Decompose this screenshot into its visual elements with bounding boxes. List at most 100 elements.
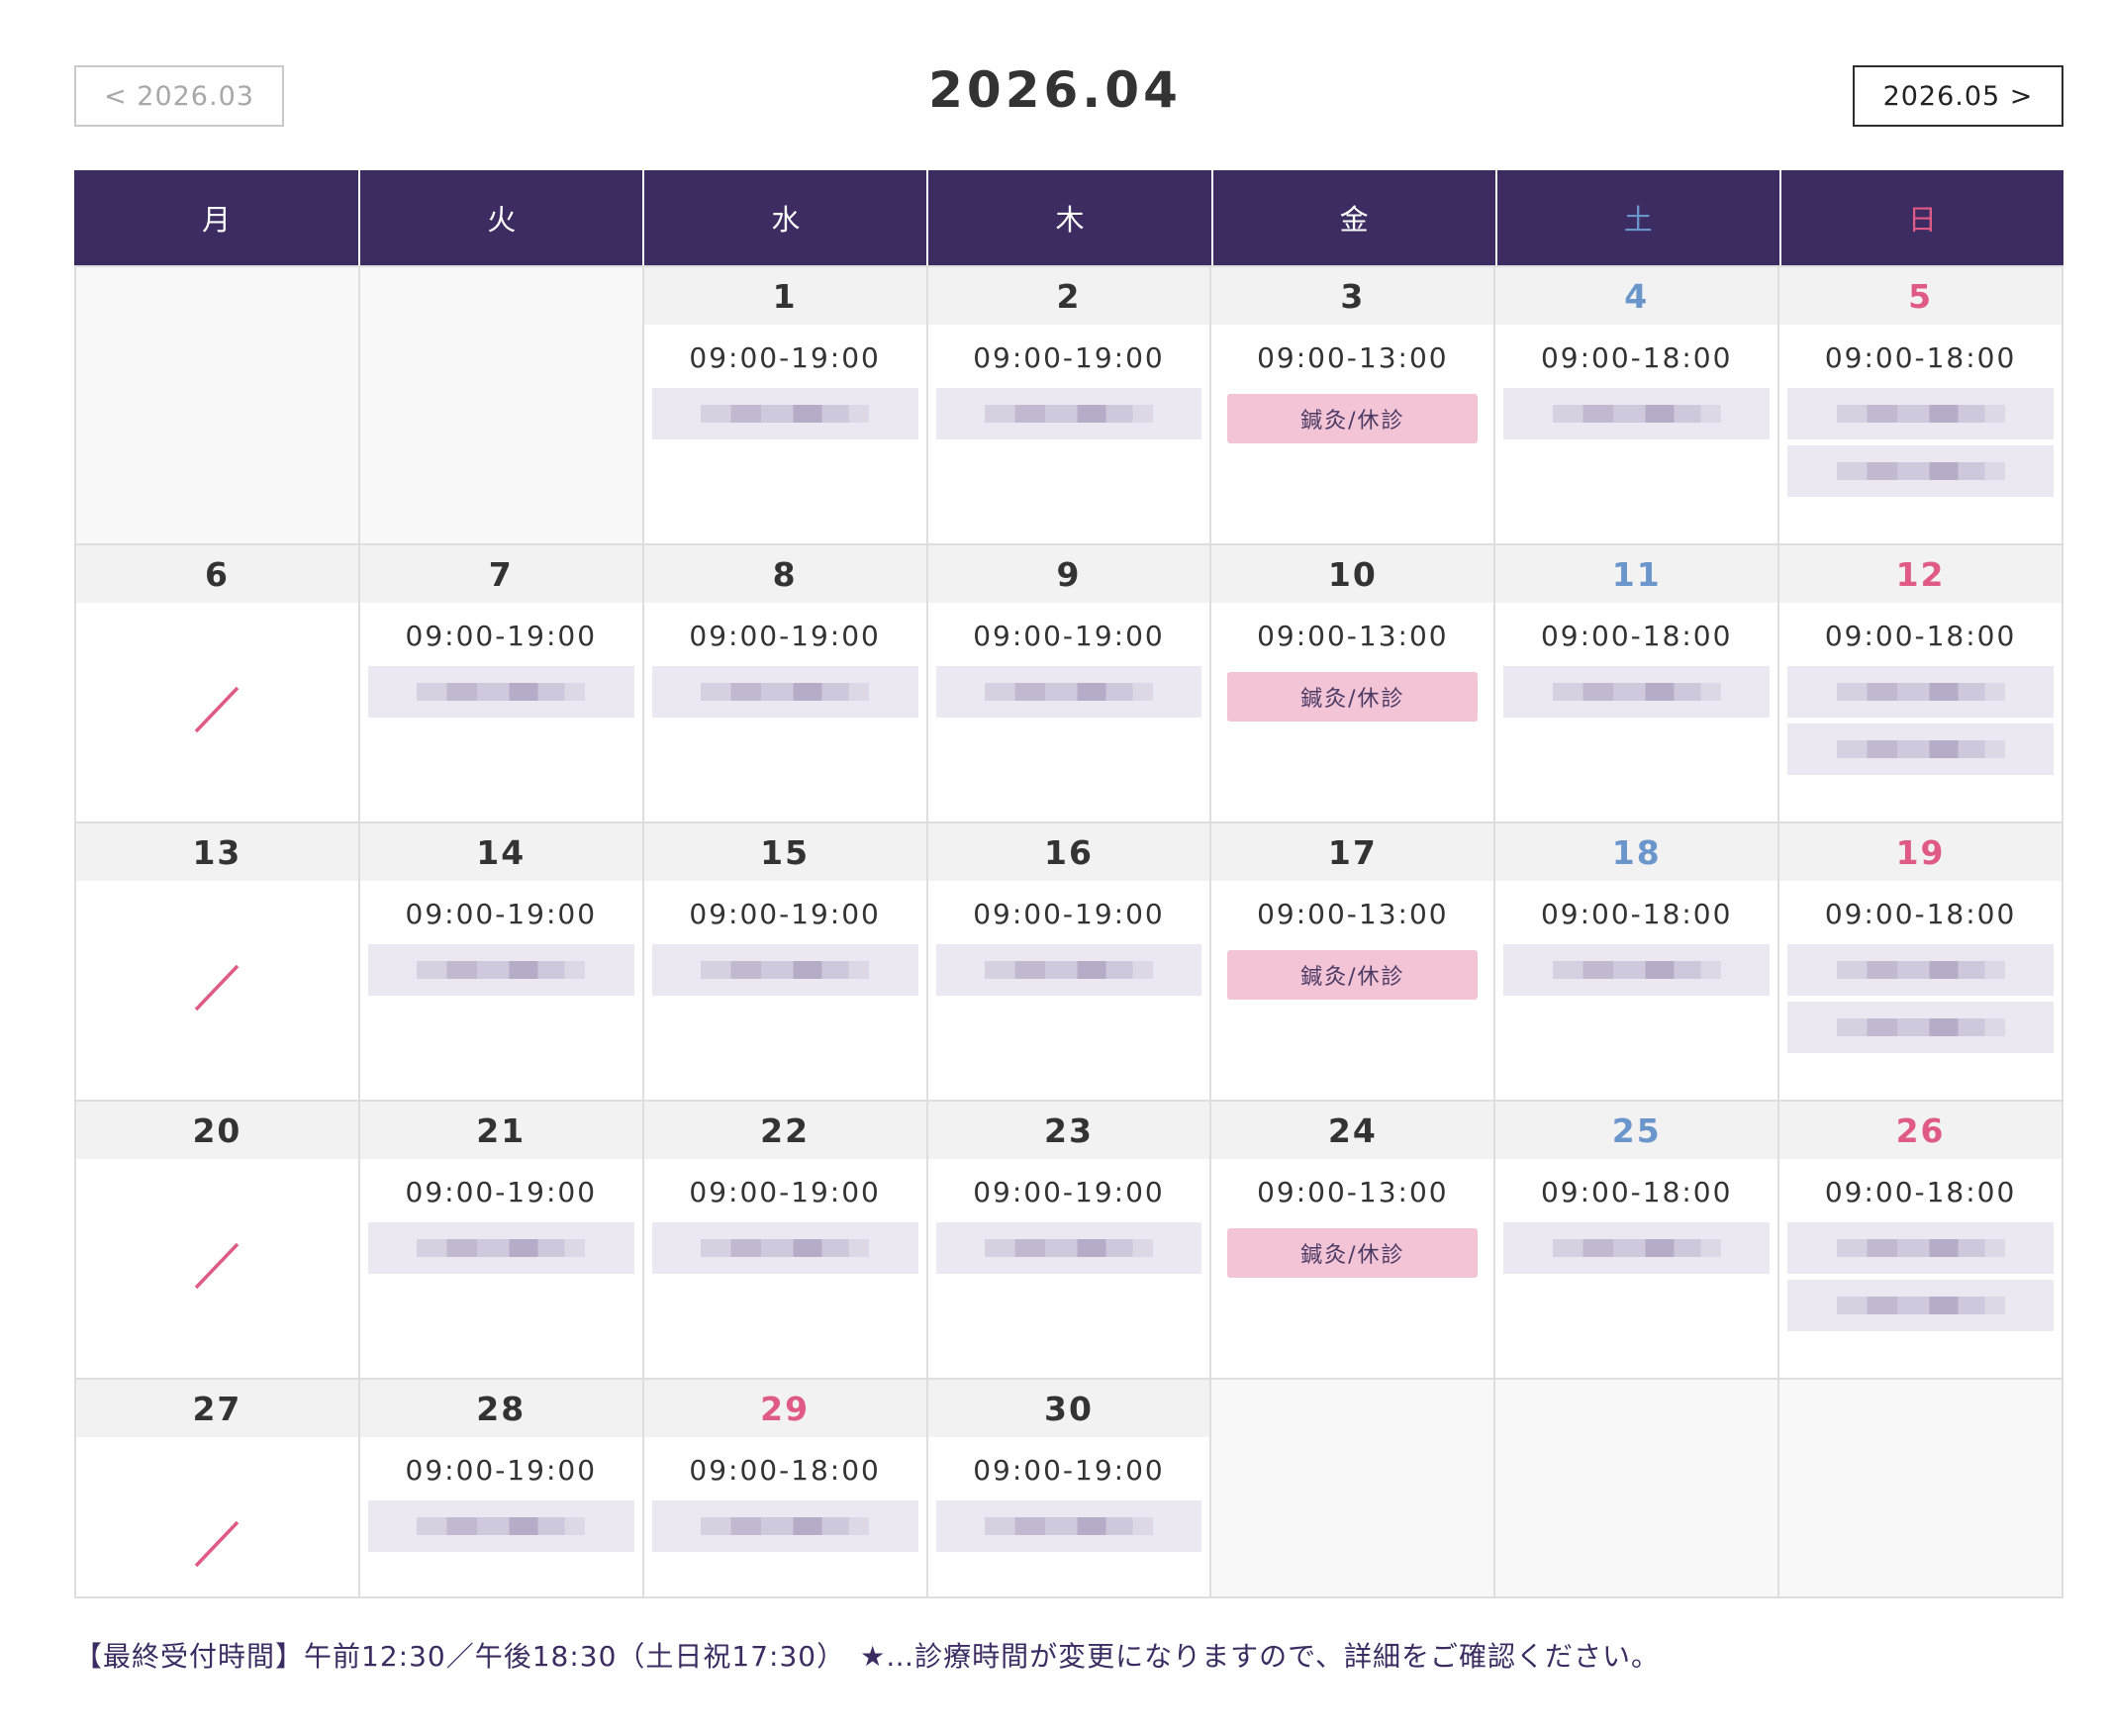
redacted-entries xyxy=(935,1222,1202,1274)
day-cell: 26 09:00-18:00 xyxy=(1779,1100,2063,1378)
redacted-entry xyxy=(1503,944,1771,996)
redacted-entry xyxy=(935,388,1202,439)
day-cell: 1 09:00-19:00 xyxy=(643,265,928,543)
day-cell: 28 09:00-19:00 xyxy=(359,1378,644,1596)
day-cell: 9 09:00-19:00 xyxy=(927,543,1212,821)
day-number: 16 xyxy=(927,823,1210,881)
hours-label: 09:00-19:00 xyxy=(973,898,1165,930)
calendar: 月火水木金土日 1 09:00-19:00 2 09:00-19:00 3 09:00-1… xyxy=(74,170,2063,1598)
day-number: 25 xyxy=(1495,1102,1778,1159)
day-number: 28 xyxy=(359,1380,642,1437)
day-cell: 20 xyxy=(76,1100,360,1378)
mosaic-blur xyxy=(1836,683,2005,701)
hours-label: 09:00-19:00 xyxy=(973,620,1165,652)
day-cell: 21 09:00-19:00 xyxy=(359,1100,644,1378)
weekday-header-cell: 木 xyxy=(926,170,1211,265)
redacted-entry xyxy=(1787,666,2054,718)
day-cell: 2 09:00-19:00 xyxy=(927,265,1212,543)
weekday-header-cell: 水 xyxy=(642,170,927,265)
weekday-header-cell: 土 xyxy=(1494,170,1779,265)
hours-label: 09:00-18:00 xyxy=(1540,620,1733,652)
next-month-label: 2026.05 > xyxy=(1882,80,2034,112)
redacted-entries xyxy=(1787,388,2054,497)
redacted-entries xyxy=(367,666,634,718)
redacted-entries xyxy=(1503,944,1771,996)
day-number: 2 xyxy=(927,267,1210,325)
mosaic-blur xyxy=(1836,1018,2005,1036)
day-cell: 18 09:00-18:00 xyxy=(1495,821,1780,1100)
mosaic-blur xyxy=(1836,740,2005,758)
day-cell: 5 09:00-18:00 xyxy=(1779,265,2063,543)
mosaic-blur xyxy=(701,961,870,979)
redacted-entries xyxy=(367,944,634,996)
hours-label: 09:00-18:00 xyxy=(689,1454,881,1487)
redacted-entry xyxy=(935,1500,1202,1552)
redacted-entries xyxy=(651,666,918,718)
redacted-entry xyxy=(651,1500,918,1552)
mosaic-blur xyxy=(1552,683,1721,701)
redacted-entries xyxy=(935,666,1202,718)
day-cell: 6 xyxy=(76,543,360,821)
day-cell: 15 09:00-19:00 xyxy=(643,821,928,1100)
day-cell: 22 09:00-19:00 xyxy=(643,1100,928,1378)
day-cell: 27 xyxy=(76,1378,360,1596)
hours-label: 09:00-13:00 xyxy=(1257,1176,1449,1208)
mosaic-blur xyxy=(701,405,870,423)
day-cell: 13 xyxy=(76,821,360,1100)
day-number: 21 xyxy=(359,1102,642,1159)
redacted-entry xyxy=(1787,445,2054,497)
mosaic-blur xyxy=(701,1517,870,1535)
redacted-entry xyxy=(367,1500,634,1552)
day-cell: 30 09:00-19:00 xyxy=(927,1378,1212,1596)
weekday-header: 月火水木金土日 xyxy=(74,170,2063,265)
day-cell: 29 09:00-18:00 xyxy=(643,1378,928,1596)
mosaic-blur xyxy=(984,405,1153,423)
hours-label: 09:00-18:00 xyxy=(1824,1176,2017,1208)
closed-day-icon xyxy=(195,964,240,1012)
redacted-entry xyxy=(1787,944,2054,996)
day-number: 15 xyxy=(643,823,926,881)
hours-label: 09:00-13:00 xyxy=(1257,898,1449,930)
mosaic-blur xyxy=(984,961,1153,979)
day-cell: 10 09:00-13:00 鍼灸/休診 xyxy=(1211,543,1496,821)
redacted-entry xyxy=(1503,388,1771,439)
day-number: 1 xyxy=(643,267,926,325)
redacted-entries xyxy=(367,1500,634,1552)
redacted-entries xyxy=(651,388,918,439)
redacted-entry xyxy=(367,944,634,996)
mosaic-blur xyxy=(984,683,1153,701)
redacted-entry xyxy=(651,1222,918,1274)
day-number: 12 xyxy=(1779,545,2062,603)
redacted-entry xyxy=(1787,1280,2054,1331)
hours-label: 09:00-18:00 xyxy=(1540,341,1733,374)
mosaic-blur xyxy=(417,1239,586,1257)
day-number: 13 xyxy=(76,823,358,881)
hours-label: 09:00-18:00 xyxy=(1540,1176,1733,1208)
day-number: 9 xyxy=(927,545,1210,603)
redacted-entry xyxy=(1787,388,2054,439)
redacted-entry xyxy=(1787,723,2054,775)
next-month-button[interactable]: 2026.05 > xyxy=(1853,65,2063,127)
redacted-entries xyxy=(1503,666,1771,718)
status-badge: 鍼灸/休診 xyxy=(1227,1228,1479,1278)
day-cell: 17 09:00-13:00 鍼灸/休診 xyxy=(1211,821,1496,1100)
day-number: 8 xyxy=(643,545,926,603)
day-number: 3 xyxy=(1211,267,1494,325)
day-number: 4 xyxy=(1495,267,1778,325)
hours-label: 09:00-19:00 xyxy=(973,341,1165,374)
redacted-entries xyxy=(651,1222,918,1274)
mosaic-blur xyxy=(417,1517,586,1535)
hours-label: 09:00-19:00 xyxy=(689,341,881,374)
redacted-entries xyxy=(935,944,1202,996)
status-badge: 鍼灸/休診 xyxy=(1227,394,1479,443)
day-number: 17 xyxy=(1211,823,1494,881)
day-number: 10 xyxy=(1211,545,1494,603)
empty-day-cell xyxy=(1779,1378,2063,1596)
day-cell: 3 09:00-13:00 鍼灸/休診 xyxy=(1211,265,1496,543)
empty-day-cell xyxy=(1211,1378,1496,1596)
day-number: 19 xyxy=(1779,823,2062,881)
weekday-header-cell: 火 xyxy=(358,170,643,265)
redacted-entry xyxy=(1787,1002,2054,1053)
redacted-entries xyxy=(1787,666,2054,775)
day-number: 23 xyxy=(927,1102,1210,1159)
